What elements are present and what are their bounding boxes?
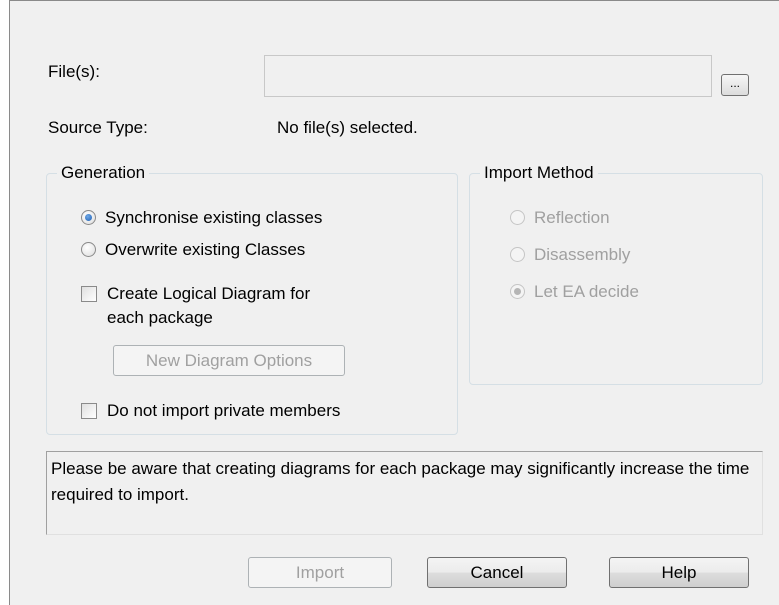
create-logical-diagram-label: Create Logical Diagram for each package	[107, 282, 310, 330]
files-label: File(s):	[48, 62, 100, 81]
synchronise-label: Synchronise existing classes	[105, 208, 323, 227]
do-not-import-private-label: Do not import private members	[107, 401, 341, 420]
import-button[interactable]: Import	[248, 557, 392, 588]
create-logical-diagram-label-line2: each package	[107, 308, 213, 327]
generation-group: Generation Synchronise existing classes …	[46, 163, 458, 435]
create-logical-diagram-checkbox[interactable]	[81, 286, 97, 302]
overwrite-radio[interactable]	[81, 242, 96, 257]
disassembly-label: Disassembly	[534, 245, 631, 264]
synchronise-radio[interactable]	[81, 210, 96, 225]
do-not-import-private-checkbox[interactable]	[81, 403, 97, 419]
disassembly-radio[interactable]	[510, 247, 525, 262]
reflection-label: Reflection	[534, 208, 610, 227]
let-ea-decide-radio[interactable]	[510, 284, 525, 299]
files-input[interactable]	[264, 55, 712, 97]
source-type-label: Source Type:	[48, 118, 148, 137]
generation-title: Generation	[57, 163, 150, 183]
browse-button[interactable]: ...	[721, 74, 749, 96]
info-message: Please be aware that creating diagrams f…	[46, 451, 763, 535]
new-diagram-options-button[interactable]: New Diagram Options	[113, 345, 345, 376]
import-dialog: File(s): ... Source Type: No file(s) sel…	[9, 0, 779, 605]
let-ea-decide-label: Let EA decide	[534, 282, 639, 301]
import-method-title: Import Method	[480, 163, 598, 183]
reflection-radio[interactable]	[510, 210, 525, 225]
help-button[interactable]: Help	[609, 557, 749, 588]
overwrite-label: Overwrite existing Classes	[105, 240, 306, 259]
import-method-group: Import Method Reflection Disassembly Let…	[469, 163, 763, 385]
create-logical-diagram-label-line1: Create Logical Diagram for	[107, 284, 311, 303]
source-type-value: No file(s) selected.	[277, 118, 418, 137]
cancel-button[interactable]: Cancel	[427, 557, 567, 588]
